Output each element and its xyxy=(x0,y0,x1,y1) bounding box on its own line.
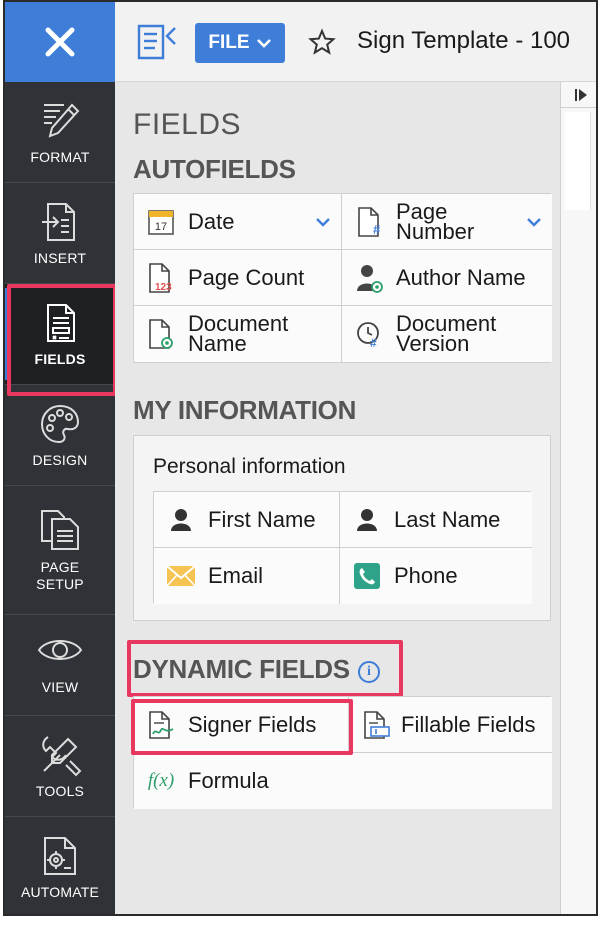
field-label: Author Name xyxy=(396,264,526,290)
fillable-fields-icon xyxy=(364,710,390,739)
field-signer-fields[interactable]: Signer Fields xyxy=(134,697,349,753)
phone-icon xyxy=(354,563,380,589)
sidebar-item-label: DESIGN xyxy=(32,451,88,468)
dynamic-fields-grid: Signer Fields Fillable Fields f(x) Formu… xyxy=(133,696,552,809)
fields-icon xyxy=(47,303,75,342)
field-label: Page Count xyxy=(188,264,305,290)
field-fillable-fields[interactable]: Fillable Fields xyxy=(349,697,552,753)
dynamic-fields-title: DYNAMIC FIELDS xyxy=(133,654,350,684)
sidebar-item-label: TOOLS xyxy=(35,782,85,799)
calendar-day: 17 xyxy=(155,221,167,233)
tools-icon xyxy=(42,735,82,776)
field-first-name[interactable]: First Name xyxy=(154,492,340,548)
page-count-icon: 123 xyxy=(149,262,172,293)
author-icon xyxy=(357,264,383,293)
field-label: Email xyxy=(208,563,264,588)
field-label: Phone xyxy=(394,563,458,588)
person-icon xyxy=(171,508,191,531)
field-phone[interactable]: Phone xyxy=(340,548,532,604)
field-author-name[interactable]: Author Name xyxy=(342,250,552,306)
page-number-icon: # xyxy=(358,206,381,237)
field-last-name[interactable]: Last Name xyxy=(340,492,532,548)
sidebar-item-label: PAGE SETUP xyxy=(36,559,84,592)
field-label: Date xyxy=(188,208,235,234)
left-sidebar: FORMAT INSERT FIELDS DESIGN PAGE SETUP V… xyxy=(5,2,117,914)
field-label: Document Name xyxy=(188,311,289,356)
insert-icon xyxy=(42,202,75,241)
app-window: FORMAT INSERT FIELDS DESIGN PAGE SETUP V… xyxy=(3,0,598,916)
field-formula[interactable]: f(x) Formula xyxy=(134,753,552,809)
info-icon[interactable]: i xyxy=(357,661,380,683)
file-menu-button[interactable]: FILE xyxy=(195,23,285,63)
autofields-heading: AUTOFIELDS xyxy=(133,154,296,184)
field-date[interactable]: 17 Date xyxy=(134,194,342,250)
sidebar-item-label: VIEW xyxy=(41,678,79,695)
field-document-version[interactable]: # Document Version xyxy=(342,306,552,362)
field-label: Fillable Fields xyxy=(401,711,536,737)
document-version-icon: # xyxy=(357,322,379,349)
sidebar-item-label: INSERT xyxy=(33,249,87,266)
field-label: First Name xyxy=(208,506,316,532)
play-right-icon xyxy=(575,88,587,101)
active-indicator xyxy=(5,288,11,380)
my-information-heading: MY INFORMATION xyxy=(133,395,357,425)
sidebar-item-page-setup[interactable]: PAGE SETUP xyxy=(5,486,115,615)
close-icon xyxy=(45,27,75,57)
personal-information-group: Personal information First Name Last Nam… xyxy=(133,435,551,621)
field-label: Last Name xyxy=(394,506,501,532)
envelope-icon xyxy=(166,565,196,587)
fields-panel: FIELDS AUTOFIELDS 17 Date # Page Number … xyxy=(115,82,560,914)
field-document-name[interactable]: Document Name xyxy=(134,306,342,362)
sidebar-item-view[interactable]: VIEW xyxy=(5,615,115,716)
sidebar-item-tools[interactable]: TOOLS xyxy=(5,716,115,817)
sidebar-item-format[interactable]: FORMAT xyxy=(5,82,115,183)
sidebar-item-design[interactable]: DESIGN xyxy=(5,385,115,486)
panel-title: FIELDS xyxy=(133,108,242,141)
automate-icon xyxy=(44,837,76,875)
signer-fields-icon xyxy=(149,710,174,739)
document-icon[interactable] xyxy=(135,22,179,62)
document-title: Sign Template - 100 xyxy=(357,27,571,54)
field-label: Formula xyxy=(188,768,269,793)
group-title: Personal information xyxy=(153,455,346,478)
chevron-down-icon xyxy=(256,39,271,48)
page-setup-icon xyxy=(41,510,79,550)
svg-text:#: # xyxy=(370,336,377,349)
person-icon xyxy=(357,508,377,531)
star-icon[interactable] xyxy=(308,28,336,56)
personal-info-grid: First Name Last Name Email Phone xyxy=(153,491,532,604)
sidebar-item-label: AUTOMATE xyxy=(20,884,100,900)
document-preview-gutter xyxy=(560,82,596,914)
dynamic-fields-heading: DYNAMIC FIELDS i xyxy=(133,654,380,685)
close-button[interactable] xyxy=(5,2,115,82)
sidebar-item-label: FORMAT xyxy=(30,148,90,165)
palette-icon xyxy=(40,404,80,443)
eye-icon xyxy=(37,639,83,660)
top-toolbar: FILE Sign Template - 100 xyxy=(115,2,596,82)
field-label: Signer Fields xyxy=(188,711,317,737)
sidebar-item-fields[interactable]: FIELDS xyxy=(5,284,115,385)
document-name-icon xyxy=(149,319,173,349)
collapse-panel-button[interactable] xyxy=(561,82,596,108)
sidebar-item-label: FIELDS xyxy=(34,350,86,367)
field-label: Page Number xyxy=(396,198,475,244)
field-page-number[interactable]: # Page Number xyxy=(342,194,552,250)
field-label: Document Version xyxy=(396,311,497,356)
chevron-down-icon[interactable] xyxy=(315,216,331,228)
field-page-count[interactable]: 123 Page Count xyxy=(134,250,342,306)
calendar-icon: 17 xyxy=(148,209,174,235)
sidebar-item-automate[interactable]: AUTOMATE xyxy=(5,817,115,914)
autofields-grid: 17 Date # Page Number 123 Page Count Aut… xyxy=(133,193,552,363)
page-thumbnail xyxy=(565,112,591,210)
pen-icon xyxy=(44,103,80,138)
sidebar-item-insert[interactable]: INSERT xyxy=(5,183,115,284)
svg-text:#: # xyxy=(373,222,381,237)
field-email[interactable]: Email xyxy=(154,548,340,604)
page-count-badge: 123 xyxy=(155,282,172,293)
chevron-down-icon[interactable] xyxy=(526,216,542,228)
formula-icon: f(x) xyxy=(147,770,175,791)
file-button-label: FILE xyxy=(208,32,250,53)
